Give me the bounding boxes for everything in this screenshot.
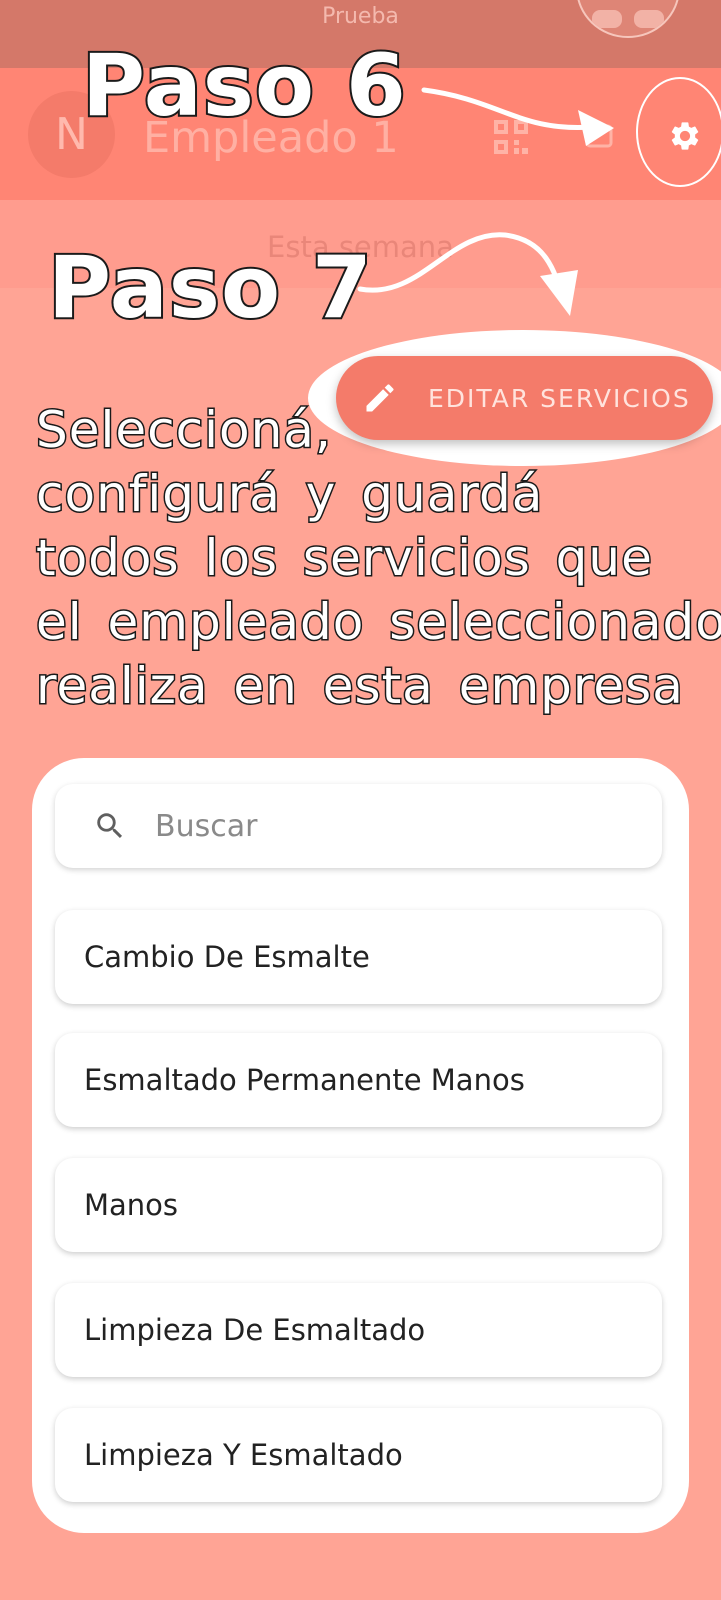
search-bar[interactable] [55,784,662,868]
step-6-label: Paso 6 [80,34,408,138]
top-avatar-image[interactable] [576,0,680,38]
service-item[interactable]: Manos [55,1158,662,1252]
service-item[interactable]: Limpieza Y Esmaltado [55,1408,662,1502]
service-item-label: Limpieza De Esmaltado [84,1313,426,1347]
settings-gear-icon[interactable] [668,119,702,153]
instruction-line: todos los servicios que [35,528,654,589]
services-panel: Cambio De Esmalte Esmaltado Permanente M… [32,758,689,1533]
instruction-line: el empleado seleccionado [35,592,721,653]
instruction-line: configurá y guardá [35,464,544,525]
step-7-label: Paso 7 [46,236,374,340]
instruction-line: realiza en esta empresa [35,656,685,717]
service-item[interactable]: Cambio De Esmalte [55,910,662,1004]
search-input[interactable] [153,807,597,845]
service-item-label: Limpieza Y Esmaltado [84,1438,403,1472]
instruction-line: Seleccioná, [35,400,333,461]
calendar-icon[interactable] [584,120,614,150]
service-item-label: Cambio De Esmalte [84,940,370,974]
service-item-label: Manos [84,1188,179,1222]
search-icon [97,813,123,839]
service-item[interactable]: Esmaltado Permanente Manos [55,1033,662,1127]
settings-highlight-circle [636,77,721,187]
service-item-label: Esmaltado Permanente Manos [84,1063,525,1097]
instruction-text: Seleccioná, configurá y guardá todos los… [35,398,721,718]
qr-code-icon[interactable] [494,120,528,154]
service-item[interactable]: Limpieza De Esmaltado [55,1283,662,1377]
